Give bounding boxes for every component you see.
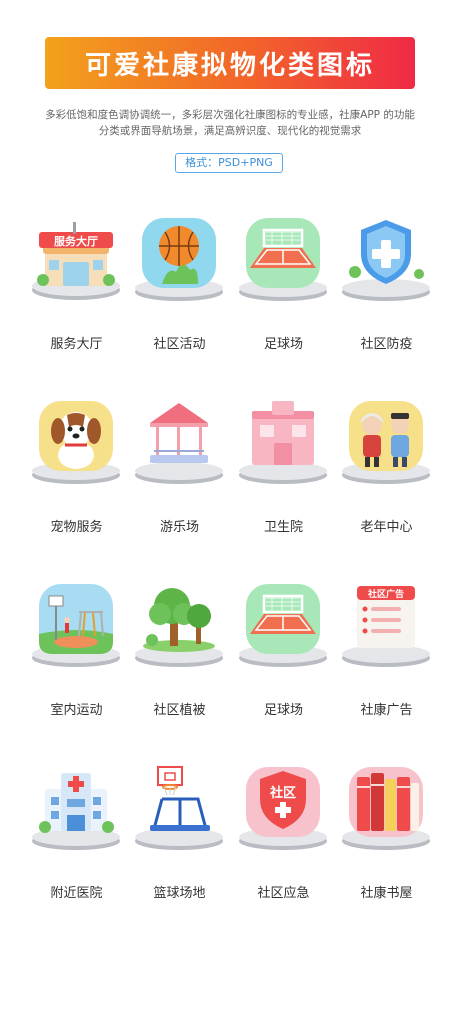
icon-label: 社康书屋 (360, 886, 413, 901)
pavilion-icon (135, 403, 223, 484)
puppy-icon (32, 401, 120, 484)
service-hall-sign: 服务大厅 (54, 234, 98, 248)
format-tag: 格式：PSD+PNG (175, 153, 283, 173)
football-field-icon (239, 584, 327, 667)
icon-card-epidemic-prevention[interactable]: 社区防疫 (335, 210, 438, 360)
clinic-building-icon (239, 401, 327, 484)
title-banner: 可爱社康拟物化类图标 (45, 37, 415, 89)
icon-label: 附近医院 (50, 886, 103, 901)
icon-card-indoor-sports[interactable]: 室内运动 (25, 576, 128, 726)
icon-row-1: 服务大厅 服务大厅 社区活动 足球场 社区防疫 (25, 210, 439, 370)
icon-card-community-ad[interactable]: 社区广告 社康广告 (335, 576, 438, 726)
icon-row-3: 室内运动 社区植被 足球场 社区广告 社康广告 (25, 576, 439, 736)
icon-card-community-emergency[interactable]: 社区 社区应急 (232, 759, 335, 909)
icon-label: 服务大厅 (50, 337, 103, 352)
icon-label: 宠物服务 (50, 520, 103, 535)
playground-icon (32, 584, 120, 667)
books-icon (342, 767, 430, 850)
icon-card-service-hall[interactable]: 服务大厅 服务大厅 (25, 210, 128, 360)
icon-card-football-field-2[interactable]: 足球场 (232, 576, 335, 726)
icon-card-football-field[interactable]: 足球场 (232, 210, 335, 360)
icon-card-nearby-hospital[interactable]: 附近医院 (25, 759, 128, 909)
icon-card-pet-service[interactable]: 宠物服务 (25, 393, 128, 543)
elderly-couple-icon (342, 401, 430, 484)
icon-label: 卫生院 (263, 520, 303, 535)
icon-label: 游乐场 (159, 520, 199, 535)
icon-label: 社区应急 (257, 886, 310, 901)
basketball-hoop-icon (135, 766, 223, 850)
hospital-icon (32, 773, 120, 850)
icon-label: 足球场 (263, 337, 303, 352)
icon-card-community-vegetation[interactable]: 社区植被 (128, 576, 231, 726)
basketball-icon (135, 218, 223, 301)
icon-label: 室内运动 (50, 703, 103, 718)
icon-card-elderly-center[interactable]: 老年中心 (335, 393, 438, 543)
shield-cross-icon (342, 220, 430, 301)
description-line-1: 多彩低饱和度色调协调统一，多彩层次强化社康图标的专业感，社康APP 的功能 (45, 109, 415, 121)
icon-label: 篮球场地 (153, 886, 206, 901)
banner-title: 可爱社康拟物化类图标 (84, 50, 375, 81)
notice-board-icon: 社区广告 (342, 586, 430, 667)
icon-card-amusement-park[interactable]: 游乐场 (128, 393, 231, 543)
emergency-shield-icon: 社区 (239, 767, 327, 850)
community-ad-sign: 社区广告 (367, 588, 404, 600)
icon-row-2: 宠物服务 游乐场 卫生院 老年中心 (25, 393, 439, 553)
description-line-2: 分类或界面导航场景，满足高辨识度、现代化的视觉需求 (98, 125, 362, 137)
icon-row-4: 附近医院 篮球场地 社区 社区应急 社康书屋 (25, 759, 439, 919)
icon-label: 社区防疫 (360, 337, 413, 352)
service-hall-icon: 服务大厅 (32, 222, 120, 300)
icon-card-health-center[interactable]: 卫生院 (232, 393, 335, 543)
trees-icon (135, 588, 223, 667)
icon-label: 社区植被 (153, 703, 206, 718)
icon-label: 社康广告 (360, 703, 413, 718)
football-field-icon (239, 218, 327, 301)
icon-label: 足球场 (263, 703, 303, 718)
icon-label: 老年中心 (360, 520, 413, 535)
icon-label: 社区活动 (153, 337, 206, 352)
icon-card-basketball-court[interactable]: 篮球场地 (128, 759, 231, 909)
emergency-sign: 社区 (269, 785, 296, 801)
icon-card-book-house[interactable]: 社康书屋 (335, 759, 438, 909)
icon-card-community-activity[interactable]: 社区活动 (128, 210, 231, 360)
